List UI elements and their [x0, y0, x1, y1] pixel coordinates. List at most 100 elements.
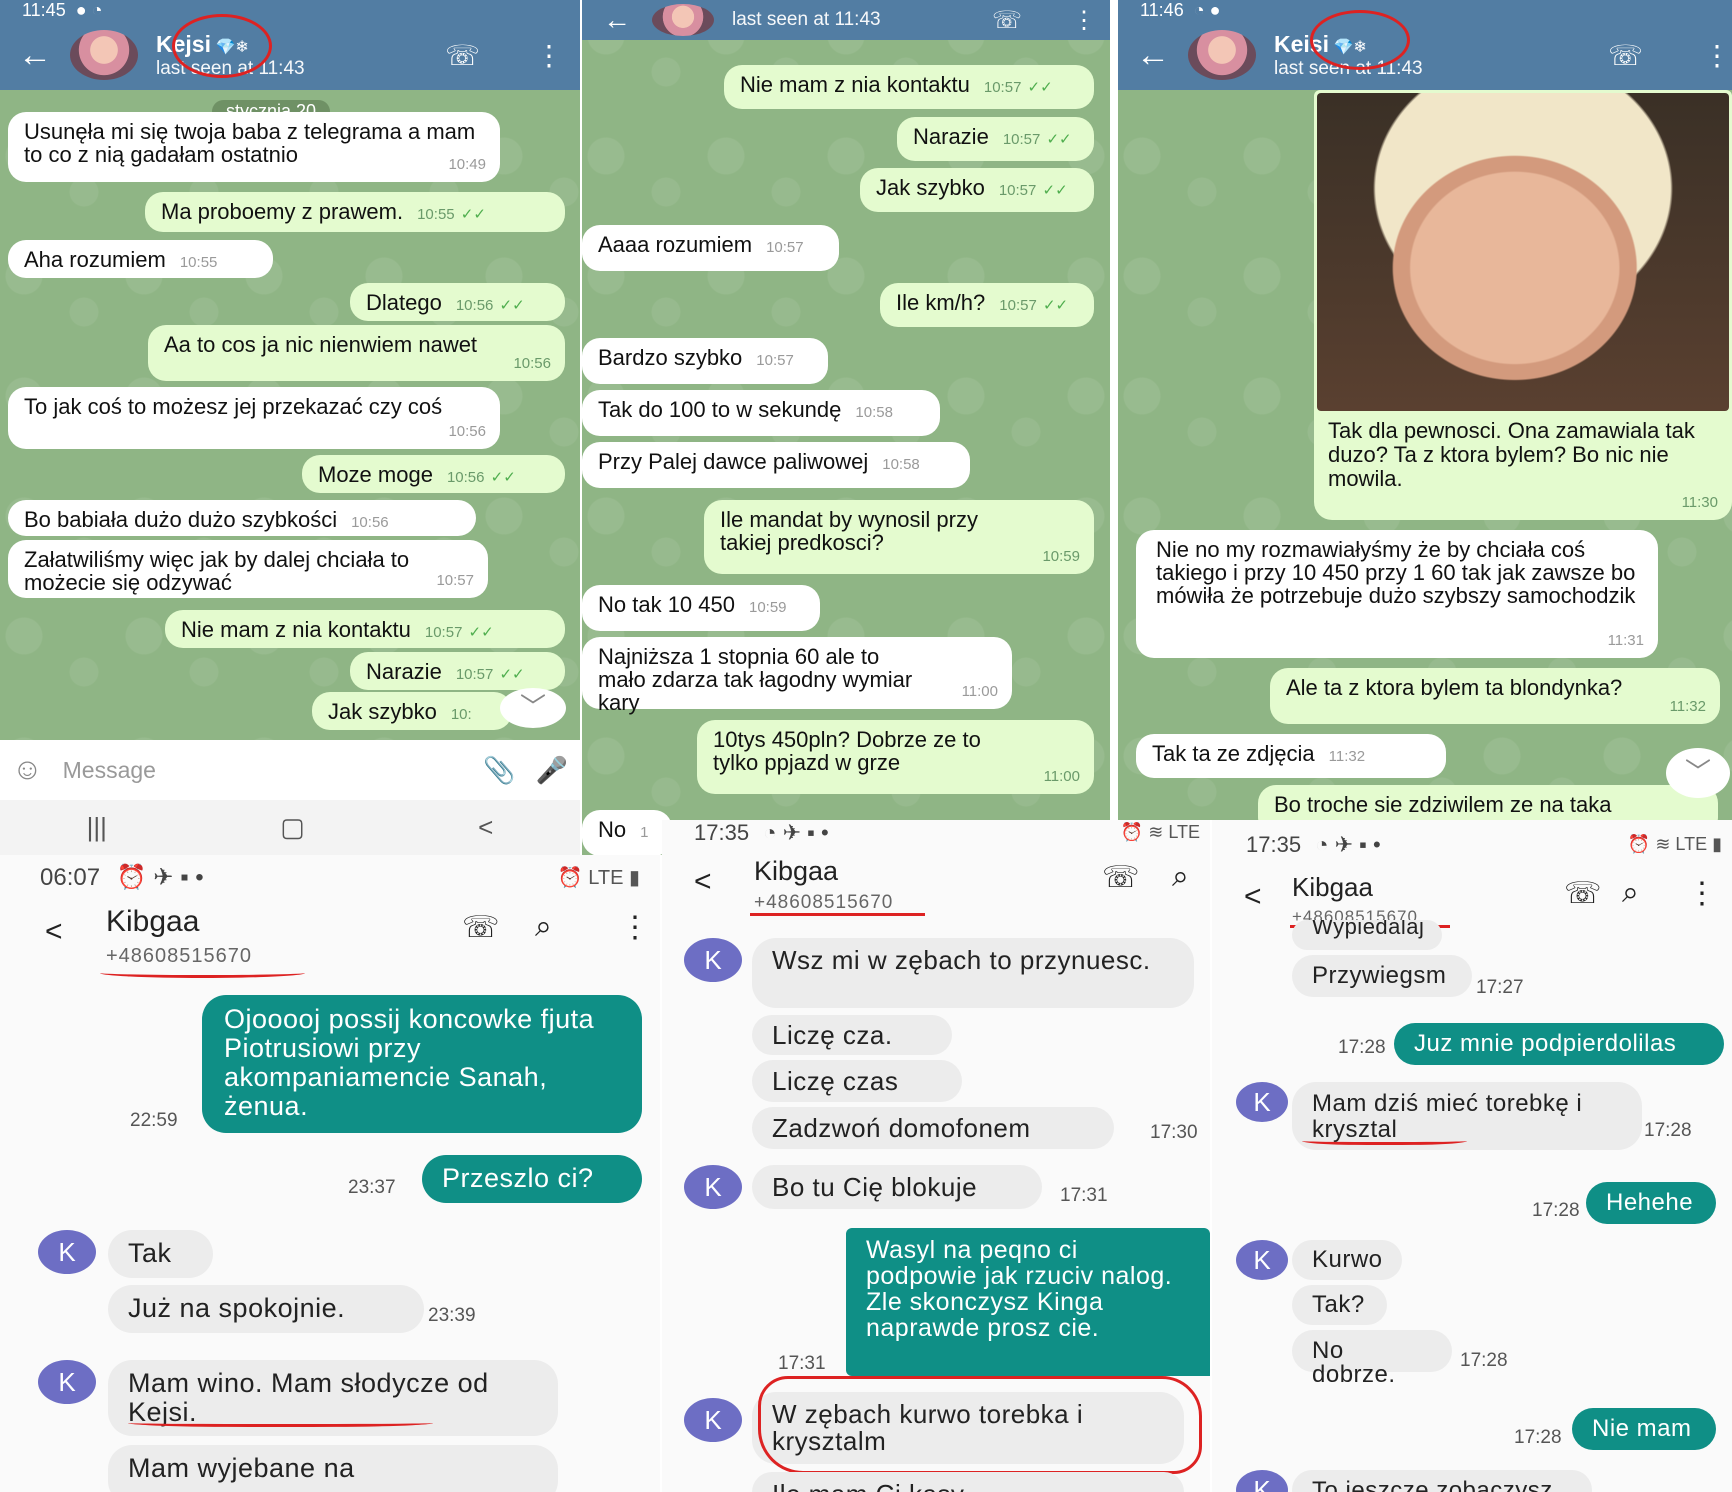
message-bubble: Ile km/h? 10:57 ✓✓: [880, 283, 1094, 327]
message-bubble: Aaaa rozumiem 10:57: [582, 225, 839, 271]
phone-icon[interactable]: ☏: [1608, 39, 1643, 72]
message-bubble: Aa to cos ja nic nienwiem nawet 10:56: [148, 325, 565, 381]
received-message: Bo tu Cię blokuje: [752, 1165, 1042, 1209]
contact-name: Kibgaa: [1292, 872, 1373, 902]
message-bubble: Bo troche sie zdziwilem ze na taka: [1258, 785, 1718, 820]
received-message: Wsz mi w zębach to przynuesc.: [752, 938, 1194, 1008]
avatar[interactable]: K: [1236, 1240, 1288, 1280]
avatar[interactable]: K: [38, 1230, 96, 1274]
message-bubble: Tak dla pewnosci. Ona zamawiala tak duzo…: [1314, 90, 1732, 520]
home-icon[interactable]: ▢: [280, 812, 305, 843]
search-icon[interactable]: ⌕: [535, 910, 552, 944]
message-time: 22:59: [130, 1110, 178, 1131]
chat-header: ← Kejsi 💎❄ last seen at 11:43 ☏ ⋮: [0, 20, 580, 90]
message-bubble: Bo babiała dużo dużo szybkości 10:56: [8, 500, 476, 536]
nav-back-icon[interactable]: <: [478, 812, 493, 843]
back-chevron-icon[interactable]: <: [694, 865, 712, 899]
status-bar: 11:46 ◔ ●: [1118, 0, 1732, 20]
message-bubble: No tak 10 450 10:59: [582, 585, 820, 631]
more-icon[interactable]: ⋮: [1687, 876, 1717, 911]
phone-icon[interactable]: ☏: [462, 910, 500, 945]
status-time: 11:45: [22, 0, 66, 20]
message-bubble: Moze moge 10:56 ✓✓: [302, 455, 565, 493]
sent-message: Hehehe: [1586, 1182, 1716, 1224]
emoji-icon[interactable]: ☺: [12, 753, 43, 787]
more-icon[interactable]: ⋮: [535, 39, 563, 72]
message-bubble: Aha rozumiem 10:55: [8, 240, 273, 278]
avatar[interactable]: [652, 4, 714, 36]
more-icon[interactable]: ⋮: [1072, 6, 1096, 35]
annotation-underline: [750, 908, 925, 916]
message-bubble: Tak do 100 to w sekundę 10:58: [582, 390, 940, 436]
message-bubble: Najniższa 1 stopnia 60 ale to mało zdarz…: [582, 637, 1012, 714]
attach-icon[interactable]: 📎: [483, 755, 515, 786]
message-time: 17:27: [1476, 977, 1524, 998]
status-icons: ⏰ ≋ LTE ▮: [1627, 834, 1722, 854]
received-message: Wypiedalaj: [1292, 920, 1442, 950]
photo[interactable]: [1317, 93, 1729, 411]
avatar[interactable]: K: [684, 1398, 742, 1442]
message-bubble: Tak ta ze zdjęcia 11:32: [1136, 734, 1446, 778]
received-message: Tak?: [1292, 1285, 1387, 1325]
message-bubble: Nie no my rozmawiałyśmy że by chciała co…: [1136, 530, 1658, 658]
message-time: 17:31: [778, 1353, 826, 1374]
avatar[interactable]: K: [1236, 1082, 1288, 1122]
status-icons: ⏰ LTE ▮: [557, 867, 640, 889]
phone-icon[interactable]: ☏: [1564, 876, 1602, 911]
chat-header: ← last seen at 11:43 ☏ ⋮: [582, 0, 1110, 40]
scroll-down-button[interactable]: ﹀: [1666, 748, 1730, 798]
sms-panel-1: 06:07 ⏰ ✈ ▪ • ⏰ LTE ▮ < Kibgaa +48608515…: [0, 855, 660, 1492]
contact-phone: +48608515670: [106, 945, 253, 967]
message-input[interactable]: Message: [63, 757, 464, 784]
avatar[interactable]: K: [684, 938, 742, 982]
android-nav-bar: ||| ▢ <: [0, 800, 580, 855]
annotation-circle: [758, 1376, 1202, 1474]
telegram-panel-1: 11:45 ● ◔ ← Kejsi 💎❄ last seen at 11:43 ☏…: [0, 0, 580, 855]
avatar[interactable]: K: [684, 1165, 742, 1209]
more-icon[interactable]: ⋮: [1703, 39, 1731, 72]
received-message: Liczę czas: [752, 1060, 962, 1102]
chat-header: ← Keisi 💎❄ last seen at 11:43 ☏ ⋮: [1118, 20, 1732, 90]
recents-icon[interactable]: |||: [87, 812, 107, 843]
back-chevron-icon[interactable]: <: [45, 915, 63, 949]
avatar[interactable]: K: [38, 1360, 96, 1404]
back-arrow-icon[interactable]: ←: [0, 36, 70, 75]
back-chevron-icon[interactable]: <: [1244, 880, 1262, 914]
sent-message: Wasyl na peqno ci podpowie jak rzuciv na…: [846, 1228, 1210, 1376]
message-time: 17:30: [1150, 1122, 1198, 1143]
message-bubble: To jak coś to możesz jej przekazać czy c…: [8, 387, 500, 449]
phone-icon[interactable]: ☏: [445, 39, 480, 72]
message-bubble: Ile mandat by wynosil przy takiej predko…: [704, 500, 1094, 574]
message-time: 17:28: [1460, 1350, 1508, 1371]
phone-icon[interactable]: ☏: [1102, 860, 1140, 895]
avatar[interactable]: [1188, 30, 1256, 80]
message-bubble: Ale ta z ktora bylem ta blondynka? 11:32: [1270, 668, 1720, 724]
scroll-down-button[interactable]: ﹀: [500, 688, 566, 728]
last-seen: last seen at 11:43: [732, 9, 881, 30]
annotation-underline: [100, 968, 305, 978]
phone-icon[interactable]: ☏: [992, 6, 1022, 35]
back-arrow-icon[interactable]: ←: [582, 4, 652, 36]
photo-caption: Tak dla pewnosci. Ona zamawiala tak duzo…: [1328, 418, 1695, 491]
message-bubble: Bardzo szybko 10:57: [582, 338, 828, 384]
message-bubble: No 1: [582, 810, 672, 855]
received-message: To jeszcze zobaczysz: [1292, 1470, 1592, 1492]
message-bubble: Załatwiliśmy więc jak by dalej chciała t…: [8, 540, 488, 598]
status-bar: 17:35 ◔ ✈ ▪ •: [694, 820, 829, 845]
message-bubble: Nie mam z nia kontaktu 10:57 ✓✓: [724, 65, 1094, 109]
avatar[interactable]: [70, 30, 138, 80]
search-icon[interactable]: ⌕: [1172, 860, 1189, 894]
back-arrow-icon[interactable]: ←: [1118, 36, 1188, 75]
more-icon[interactable]: ⋮: [620, 910, 650, 945]
search-icon[interactable]: ⌕: [1622, 876, 1639, 910]
mic-icon[interactable]: 🎤: [536, 755, 568, 786]
annotation-underline: [128, 1417, 433, 1427]
avatar[interactable]: K: [1236, 1470, 1288, 1492]
contact-name: Kibgaa: [754, 856, 839, 886]
status-bar: 11:45 ● ◔: [0, 0, 580, 20]
annotation-circle: [172, 14, 272, 78]
received-message: Liczę cza.: [752, 1015, 952, 1055]
telegram-panel-2: ← last seen at 11:43 ☏ ⋮ Nie mam z nia k…: [582, 0, 1110, 855]
annotation-circle: [1310, 10, 1410, 70]
message-bubble: Nie mam z nia kontaktu 10:57 ✓✓: [165, 610, 565, 648]
